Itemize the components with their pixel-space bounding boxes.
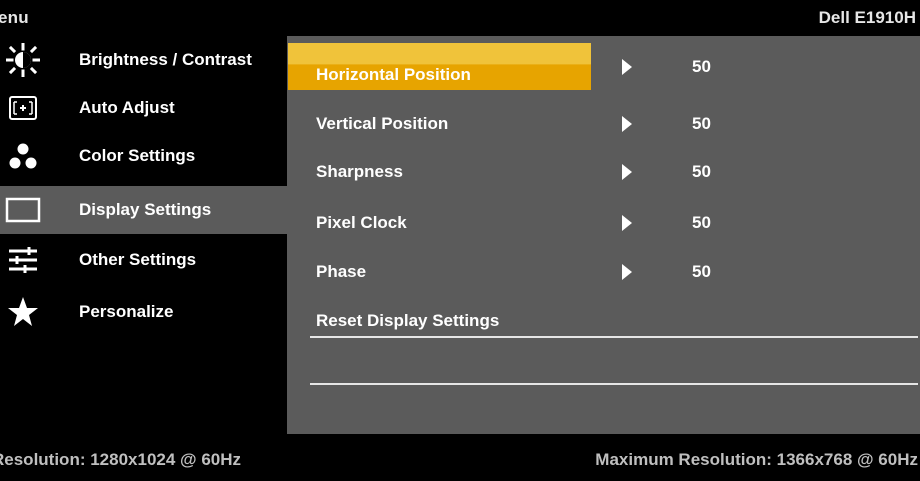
sidebar-item-color-settings[interactable]: Color Settings — [0, 132, 287, 180]
row-label: Horizontal Position — [316, 65, 471, 84]
row-label: Vertical Position — [316, 114, 449, 133]
sidebar-item-label: Display Settings — [79, 200, 212, 219]
osd-content-panel: Horizontal Position 50 Vertical Position… — [287, 36, 920, 434]
current-resolution: Resolution: 1280x1024 @ 60Hz — [0, 450, 242, 469]
sidebar-item-personalize[interactable]: Personalize — [0, 288, 287, 336]
monitor-icon — [5, 192, 41, 228]
row-value: 50 — [692, 162, 711, 181]
color-dots-icon — [5, 138, 41, 174]
arrow-right-icon — [622, 164, 632, 180]
divider — [310, 336, 918, 338]
sidebar-item-label: Color Settings — [79, 146, 196, 165]
arrow-right-icon — [622, 59, 632, 75]
row-label: Phase — [316, 262, 367, 281]
star-icon — [5, 294, 41, 330]
sidebar-item-label: Brightness / Contrast — [79, 50, 252, 69]
menu-row-phase[interactable]: Phase 50 — [287, 247, 920, 295]
osd-footer: Resolution: 1280x1024 @ 60Hz Maximum Res… — [0, 434, 920, 481]
row-label: Reset Display Settings — [316, 311, 500, 330]
row-value: 50 — [692, 114, 711, 133]
sidebar-item-label: Other Settings — [79, 250, 197, 269]
osd-sidebar: Brightness / Contrast Auto Adjust Color … — [0, 36, 287, 434]
sidebar-item-display-settings[interactable]: Display Settings — [0, 186, 287, 234]
auto-adjust-icon — [5, 90, 41, 126]
sidebar-item-auto-adjust[interactable]: Auto Adjust — [0, 84, 287, 132]
row-label: Sharpness — [316, 162, 403, 181]
osd-header: enu Dell E1910H — [0, 0, 920, 36]
sliders-icon — [5, 242, 41, 278]
menu-row-pixel-clock[interactable]: Pixel Clock 50 — [287, 198, 920, 246]
monitor-model: Dell E1910H — [818, 8, 916, 27]
row-value: 50 — [692, 57, 711, 76]
sidebar-item-other-settings[interactable]: Other Settings — [0, 236, 287, 284]
row-label: Pixel Clock — [316, 213, 407, 232]
maximum-resolution: Maximum Resolution: 1366x768 @ 60Hz — [595, 450, 918, 469]
sun-icon — [5, 42, 41, 78]
sidebar-item-label: Auto Adjust — [79, 98, 175, 117]
menu-row-sharpness[interactable]: Sharpness 50 — [287, 147, 920, 195]
sidebar-item-brightness-contrast[interactable]: Brightness / Contrast — [0, 36, 287, 84]
row-value: 50 — [692, 213, 711, 232]
row-value: 50 — [692, 262, 711, 281]
arrow-right-icon — [622, 215, 632, 231]
divider — [310, 383, 918, 385]
menu-row-horizontal-position[interactable]: Horizontal Position 50 — [287, 36, 920, 90]
menu-title: enu — [0, 8, 29, 27]
menu-row-vertical-position[interactable]: Vertical Position 50 — [287, 99, 920, 147]
arrow-right-icon — [622, 116, 632, 132]
sidebar-item-label: Personalize — [79, 302, 174, 321]
arrow-right-icon — [622, 264, 632, 280]
